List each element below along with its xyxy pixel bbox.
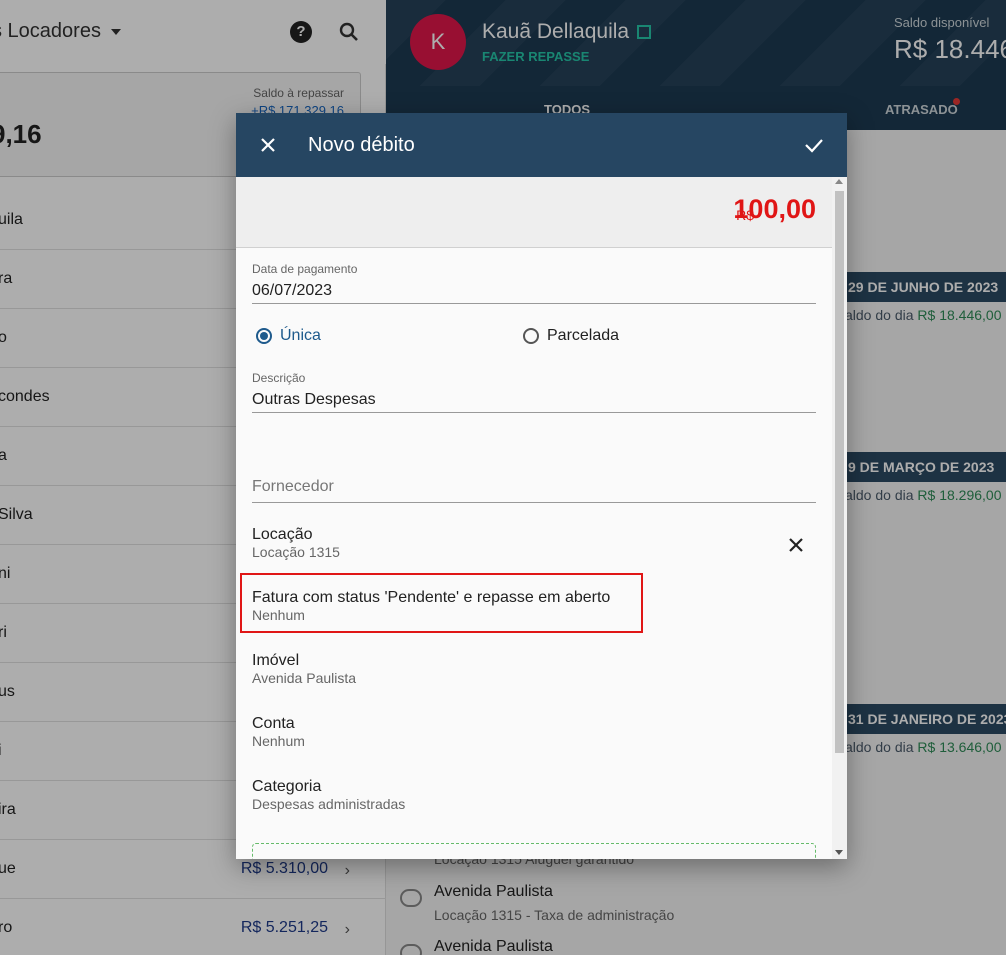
dialog-title: Novo débito [308, 134, 415, 156]
dialog-header: Novo débito [236, 113, 847, 177]
attachment-dropzone[interactable] [252, 843, 816, 859]
radio-unica-label[interactable]: Única [280, 327, 321, 345]
field-underline [252, 303, 816, 304]
payment-date-input[interactable]: 06/07/2023 [252, 282, 332, 300]
scroll-up-arrow-icon[interactable] [835, 179, 843, 184]
radio-parcelada-label[interactable]: Parcelada [547, 327, 619, 345]
scrollbar[interactable] [832, 177, 847, 859]
scroll-down-arrow-icon[interactable] [835, 850, 843, 855]
conta-title[interactable]: Conta [252, 715, 295, 733]
close-icon[interactable] [256, 133, 280, 157]
locacao-value: Locação 1315 [252, 544, 340, 560]
radio-parcelada[interactable] [523, 328, 539, 344]
imovel-title[interactable]: Imóvel [252, 652, 299, 670]
check-icon[interactable] [802, 133, 826, 157]
field-underline [252, 502, 816, 503]
categoria-value: Despesas administradas [252, 796, 406, 812]
locacao-title[interactable]: Locação [252, 526, 313, 544]
description-input[interactable]: Outras Despesas [252, 391, 376, 409]
fatura-value: Nenhum [252, 607, 305, 623]
amount-field[interactable]: R$ 100,00 [236, 177, 832, 248]
amount-value: 100,00 [733, 194, 816, 224]
scrollbar-thumb[interactable] [835, 191, 844, 753]
radio-unica[interactable] [256, 328, 272, 344]
categoria-title[interactable]: Categoria [252, 778, 321, 796]
fatura-title[interactable]: Fatura com status 'Pendente' e repasse e… [252, 589, 610, 607]
description-label: Descrição [252, 371, 306, 385]
field-underline [252, 412, 816, 413]
conta-value: Nenhum [252, 733, 305, 749]
novo-debito-dialog: Novo débito R$ 100,00 Data de pagamento … [236, 113, 847, 859]
supplier-input[interactable]: Fornecedor [252, 478, 334, 496]
payment-date-label: Data de pagamento [252, 262, 358, 276]
imovel-value: Avenida Paulista [252, 670, 357, 686]
close-icon[interactable] [784, 533, 808, 557]
